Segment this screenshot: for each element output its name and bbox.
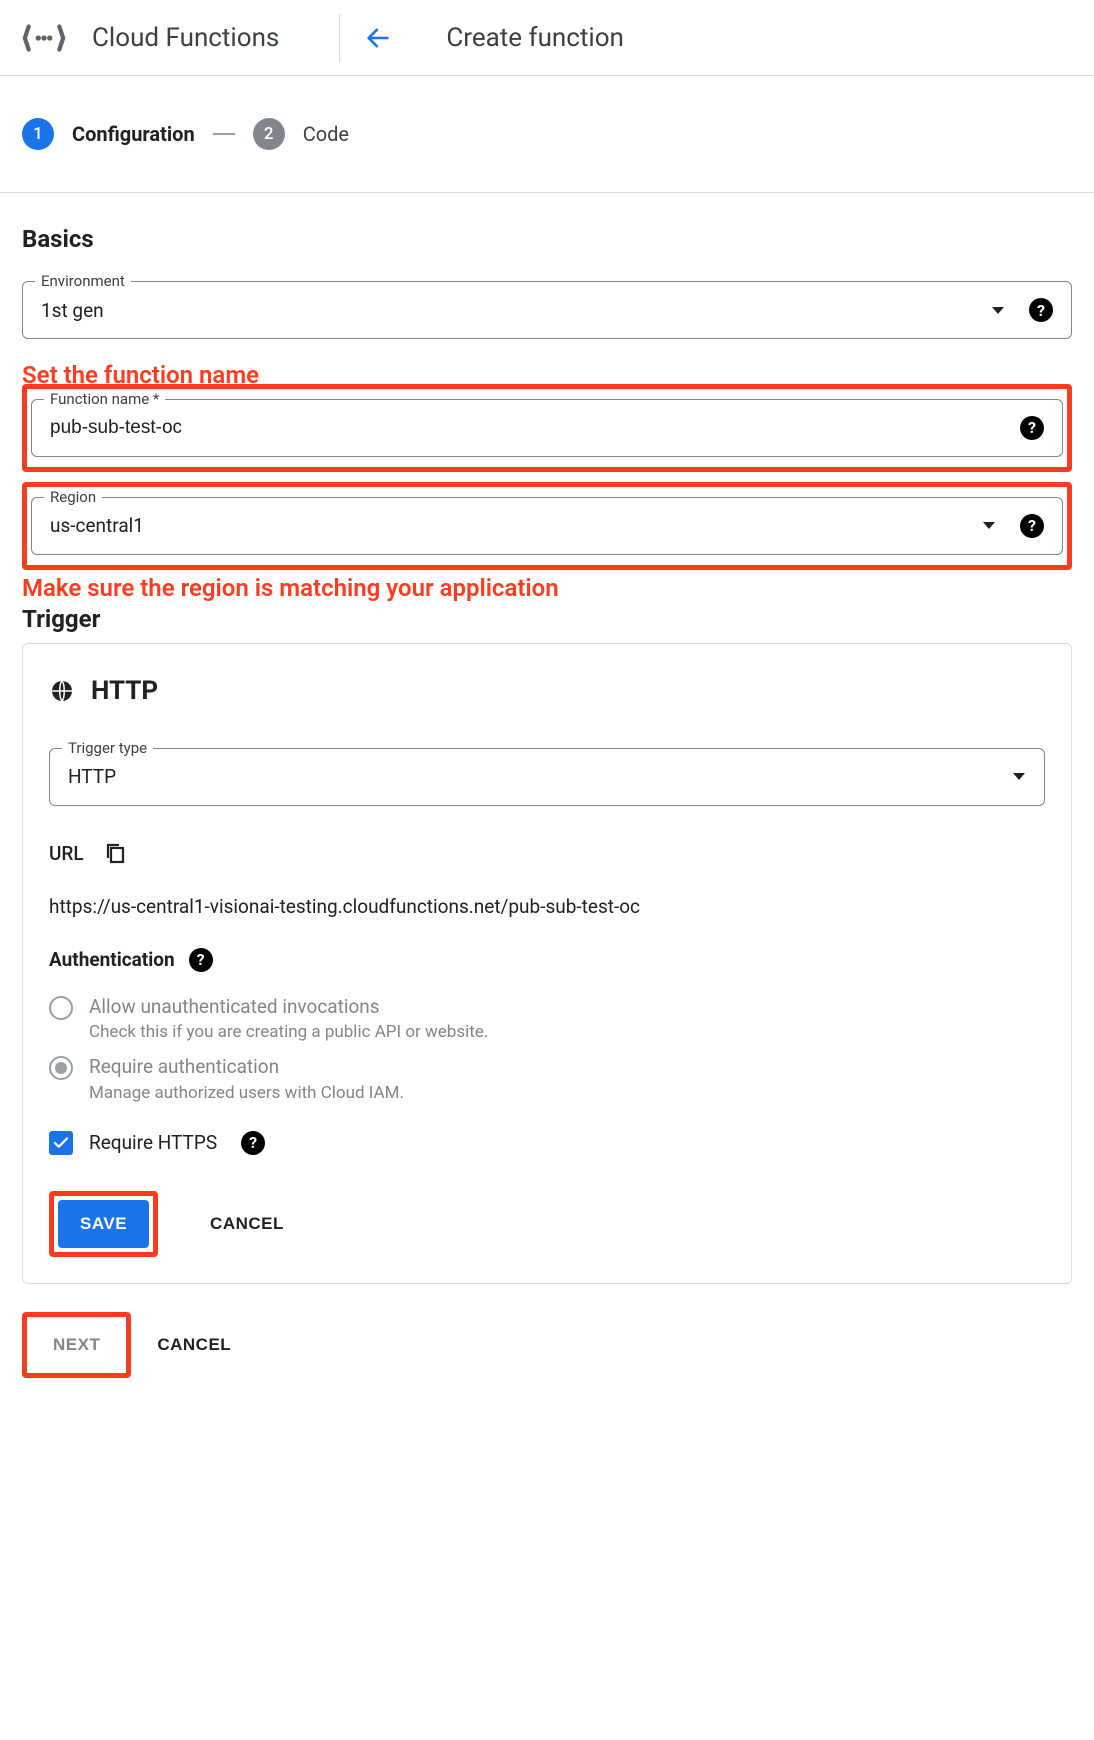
stepper: 1 Configuration 2 Code <box>0 76 1094 193</box>
radio-require-authentication[interactable]: Require authentication Manage authorized… <box>49 1048 1045 1109</box>
globe-icon <box>49 678 75 704</box>
next-button[interactable]: NEXT <box>31 1321 122 1369</box>
trigger-type-select[interactable]: Trigger type HTTP <box>49 748 1045 806</box>
highlight-box-function-name: Function name * ? <box>22 384 1072 472</box>
field-label: Function name * <box>44 390 165 408</box>
product-title: Cloud Functions <box>92 23 279 53</box>
checkbox-checked-icon <box>49 1131 73 1155</box>
cloud-functions-icon <box>20 14 68 62</box>
step-number: 1 <box>22 118 54 150</box>
radio-allow-unauthenticated[interactable]: Allow unauthenticated invocations Check … <box>49 988 1045 1049</box>
trigger-heading: Trigger <box>22 605 1072 633</box>
cancel-button-footer[interactable]: CANCEL <box>135 1321 253 1369</box>
help-icon[interactable]: ? <box>1020 416 1044 440</box>
cancel-button[interactable]: CANCEL <box>188 1200 306 1248</box>
step-code[interactable]: 2 Code <box>253 118 349 150</box>
field-label: Region <box>44 488 102 506</box>
environment-field-wrap: Environment 1st gen ? <box>22 281 1072 339</box>
step-connector <box>213 133 235 135</box>
help-icon[interactable]: ? <box>1029 298 1053 322</box>
main-content: Basics Environment 1st gen ? Set the fun… <box>0 193 1094 1398</box>
highlight-box-next: NEXT <box>22 1312 131 1378</box>
help-icon[interactable]: ? <box>241 1131 265 1155</box>
field-value: HTTP <box>68 765 1012 788</box>
copy-icon[interactable] <box>104 842 126 864</box>
auth-radio-group: Allow unauthenticated invocations Check … <box>49 988 1045 1109</box>
highlight-box-save: SAVE <box>49 1191 158 1257</box>
footer-button-row: NEXT CANCEL <box>22 1312 1072 1378</box>
step-number: 2 <box>253 118 285 150</box>
help-icon[interactable]: ? <box>189 948 213 972</box>
chevron-down-icon <box>1012 767 1026 786</box>
authentication-label: Authentication <box>49 948 175 971</box>
trigger-button-row: SAVE CANCEL <box>49 1191 1045 1257</box>
trigger-heading-text: HTTP <box>91 676 158 706</box>
back-arrow-button[interactable] <box>358 18 398 58</box>
annotation-region: Make sure the region is matching your ap… <box>22 574 1072 603</box>
function-name-input[interactable]: Function name * ? <box>31 399 1063 457</box>
basics-heading: Basics <box>22 225 1072 253</box>
radio-icon <box>49 996 73 1020</box>
require-https-row[interactable]: Require HTTPS ? <box>49 1131 1045 1155</box>
field-value: us-central1 <box>50 514 982 537</box>
region-select[interactable]: Region us-central1 ? <box>31 497 1063 555</box>
environment-select[interactable]: Environment 1st gen ? <box>22 281 1072 339</box>
page-title: Create function <box>446 23 624 53</box>
authentication-row: Authentication ? <box>49 948 1045 972</box>
radio-subtitle: Check this if you are creating a public … <box>89 1022 488 1042</box>
radio-icon <box>49 1056 73 1080</box>
step-label: Code <box>303 122 349 146</box>
step-configuration[interactable]: 1 Configuration <box>22 118 195 150</box>
url-label: URL <box>49 842 84 865</box>
trigger-card: HTTP Trigger type HTTP URL https://us-ce… <box>22 643 1072 1284</box>
chevron-down-icon <box>982 516 996 535</box>
radio-title: Require authentication <box>89 1054 404 1081</box>
trigger-type-heading: HTTP <box>49 676 1045 706</box>
app-header: Cloud Functions Create function <box>0 0 1094 76</box>
radio-title: Allow unauthenticated invocations <box>89 994 488 1021</box>
radio-subtitle: Manage authorized users with Cloud IAM. <box>89 1083 404 1103</box>
highlight-box-region: Region us-central1 ? <box>22 482 1072 570</box>
url-row: URL <box>49 842 1045 865</box>
step-label: Configuration <box>72 122 195 146</box>
save-button[interactable]: SAVE <box>58 1200 149 1248</box>
field-label: Environment <box>35 272 131 290</box>
header-divider <box>339 14 340 62</box>
function-name-value[interactable] <box>50 417 1020 439</box>
field-label: Trigger type <box>62 739 153 757</box>
trigger-url: https://us-central1-visionai-testing.clo… <box>49 895 1045 918</box>
chevron-down-icon <box>991 301 1005 320</box>
help-icon[interactable]: ? <box>1020 514 1044 538</box>
field-value: 1st gen <box>41 299 991 322</box>
checkbox-label: Require HTTPS <box>89 1131 217 1154</box>
